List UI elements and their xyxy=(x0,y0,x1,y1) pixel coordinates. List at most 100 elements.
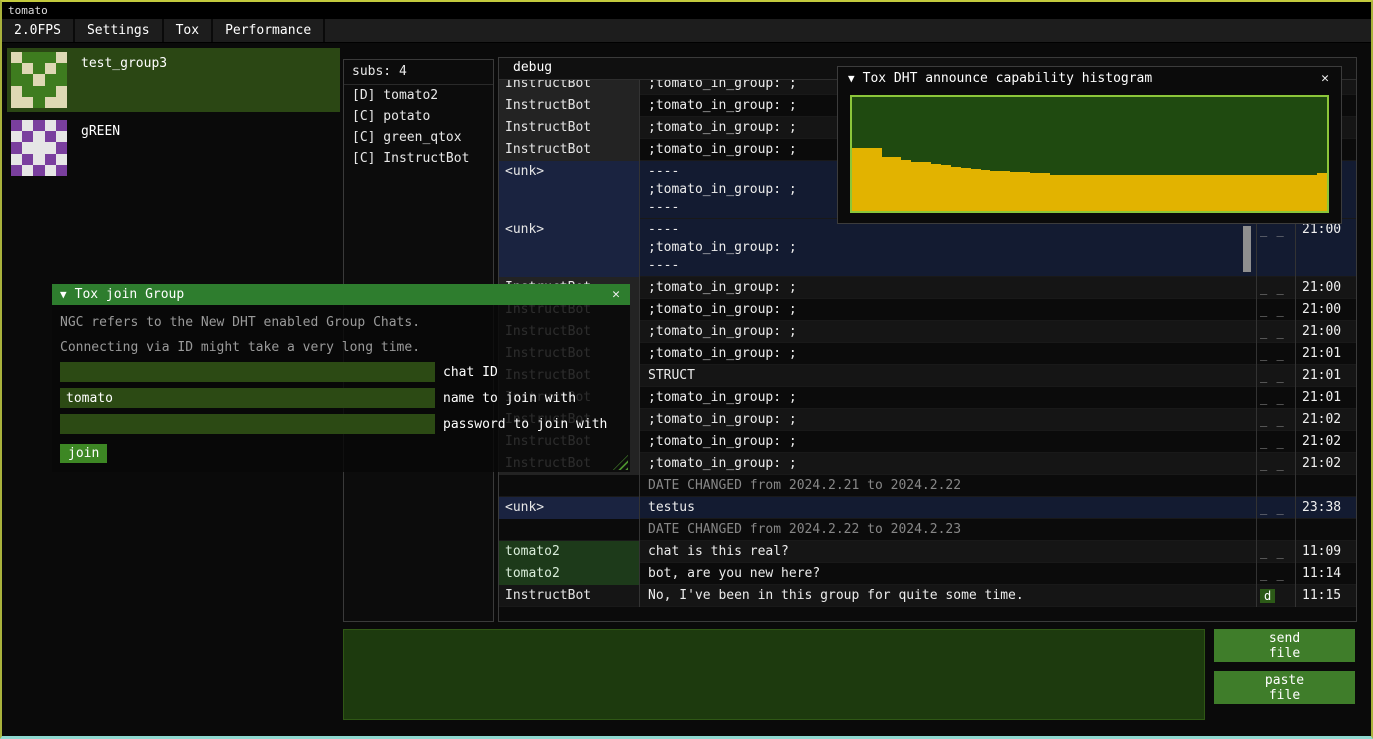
app-window: tomato 2.0FPSSettingsToxPerformance test… xyxy=(0,0,1373,739)
paste-file-label-line1: paste xyxy=(1214,673,1355,688)
message-time: 21:02 xyxy=(1295,453,1356,475)
group-item-test-group3[interactable]: test_group3 xyxy=(7,48,340,112)
message-text: ;tomato_in_group: ; xyxy=(639,453,1256,475)
message-text: STRUCT xyxy=(639,365,1256,387)
menu-item-performance[interactable]: Performance xyxy=(213,19,325,42)
chat-id-label: chat ID xyxy=(443,365,498,380)
name-to-join-with-label: name to join with xyxy=(443,391,576,406)
name-to-join-with-field[interactable] xyxy=(60,388,435,408)
subs-item-c-instructbot[interactable]: [C] InstructBot xyxy=(344,148,493,169)
message-marks: _ _ xyxy=(1256,387,1295,409)
resize-grip-icon[interactable] xyxy=(613,455,628,470)
message-text: DATE CHANGED from 2024.2.22 to 2024.2.23 xyxy=(639,519,1256,541)
histogram-bar xyxy=(931,164,941,211)
chat-message-row[interactable]: tomato2chat is this real?_ _11:09 xyxy=(499,541,1356,563)
message-marks: _ _ xyxy=(1256,299,1295,321)
histogram-bar xyxy=(1010,172,1020,211)
message-marks: _ _ xyxy=(1256,365,1295,387)
histogram-bar xyxy=(1000,171,1010,211)
password-to-join-with-label: password to join with xyxy=(443,417,607,432)
subs-item-d-tomato2[interactable]: [D] tomato2 xyxy=(344,85,493,106)
histogram-bar xyxy=(981,170,991,211)
collapse-arrow-icon[interactable]: ▼ xyxy=(848,72,855,85)
histogram-bar xyxy=(1218,175,1228,211)
histogram-bar xyxy=(990,171,1000,211)
message-time: 21:01 xyxy=(1295,365,1356,387)
histogram-bar xyxy=(1149,175,1159,211)
chat-scrollbar-thumb[interactable] xyxy=(1243,226,1251,272)
histogram-bar xyxy=(1050,175,1060,211)
menu-item-tox[interactable]: Tox xyxy=(164,19,213,42)
histogram-bar xyxy=(921,162,931,211)
message-marks xyxy=(1256,519,1295,541)
message-input[interactable] xyxy=(343,629,1205,720)
histogram-bar xyxy=(852,148,862,211)
histogram-bar xyxy=(1079,175,1089,211)
histogram-bar xyxy=(872,148,882,211)
message-marks: _ _ xyxy=(1256,219,1295,277)
message-text: ;tomato_in_group: ; xyxy=(639,277,1256,299)
message-author: <unk> xyxy=(499,219,639,277)
message-marks: _ _ xyxy=(1256,409,1295,431)
chat-message-row[interactable]: <unk>testus_ _23:38 xyxy=(499,497,1356,519)
histogram-bar xyxy=(1129,175,1139,211)
send-file-button[interactable]: sendfile xyxy=(1214,629,1355,662)
message-author xyxy=(499,519,639,541)
close-icon[interactable]: ✕ xyxy=(1319,71,1331,86)
message-marks: _ _ xyxy=(1256,453,1295,475)
chat-message-row[interactable]: DATE CHANGED from 2024.2.22 to 2024.2.23 xyxy=(499,519,1356,541)
join-fields: chat ID name to join with password to join… xyxy=(52,362,630,434)
histogram-bar xyxy=(1099,175,1109,211)
message-time xyxy=(1295,519,1356,541)
histogram-bar xyxy=(1267,175,1277,211)
message-author: InstructBot xyxy=(499,585,639,607)
subs-header: subs: 4 xyxy=(344,60,493,85)
histogram-bar xyxy=(1317,173,1327,211)
histogram-bar xyxy=(1228,175,1238,211)
group-sidebar: test_group3gREEN xyxy=(7,48,340,184)
message-text: testus xyxy=(639,497,1256,519)
histogram-bar xyxy=(1287,175,1297,211)
chat-id-field[interactable] xyxy=(60,362,435,382)
subs-item-c-green-qtox[interactable]: [C] green_qtox xyxy=(344,127,493,148)
menu-item-settings[interactable]: Settings xyxy=(75,19,164,42)
paste-file-button[interactable]: pastefile xyxy=(1214,671,1355,704)
password-to-join-with-field[interactable] xyxy=(60,414,435,434)
message-author: InstructBot xyxy=(499,139,639,161)
histogram-bar xyxy=(971,169,981,211)
message-marks: _ _ xyxy=(1256,321,1295,343)
subs-item-c-potato[interactable]: [C] potato xyxy=(344,106,493,127)
chat-message-row[interactable]: tomato2bot, are you new here?_ _11:14 xyxy=(499,563,1356,585)
message-author: InstructBot xyxy=(499,80,639,95)
message-time: 21:01 xyxy=(1295,387,1356,409)
collapse-arrow-icon[interactable]: ▼ xyxy=(60,288,67,301)
histogram-bar xyxy=(1307,175,1317,211)
histogram-bar xyxy=(1089,175,1099,211)
join-button[interactable]: join xyxy=(60,444,107,463)
chat-message-row[interactable]: DATE CHANGED from 2024.2.21 to 2024.2.22 xyxy=(499,475,1356,497)
histogram-bar xyxy=(1060,175,1070,211)
menu-item-2-0fps[interactable]: 2.0FPS xyxy=(2,19,75,42)
histogram-bar xyxy=(1070,175,1080,211)
message-time: 21:00 xyxy=(1295,219,1356,277)
group-item-green[interactable]: gREEN xyxy=(7,116,340,180)
ngc-info-line1: NGC refers to the New DHT enabled Group … xyxy=(60,315,622,331)
histogram-bar xyxy=(1119,175,1129,211)
message-time: 11:09 xyxy=(1295,541,1356,563)
dht-histogram-titlebar[interactable]: ▼ Tox DHT announce capability histogram … xyxy=(838,67,1341,89)
join-group-titlebar[interactable]: ▼ Tox join Group ✕ xyxy=(52,284,630,305)
message-time: 11:14 xyxy=(1295,563,1356,585)
ngc-info-line2: Connecting via ID might take a very long… xyxy=(60,340,622,356)
chat-message-row[interactable]: <unk>---- ;tomato_in_group: ; ----_ _21:… xyxy=(499,219,1356,277)
join-group-title: Tox join Group xyxy=(75,287,611,302)
chat-message-row[interactable]: InstructBotNo, I've been in this group f… xyxy=(499,585,1356,607)
histogram-bar xyxy=(1198,175,1208,211)
histogram-bar xyxy=(862,148,872,211)
histogram-bar xyxy=(1169,175,1179,211)
subs-list: [D] tomato2[C] potato[C] green_qtox[C] I… xyxy=(344,85,493,169)
close-icon[interactable]: ✕ xyxy=(610,287,622,302)
histogram-bar xyxy=(1248,175,1258,211)
join-group-window: ▼ Tox join Group ✕ NGC refers to the New… xyxy=(52,284,630,472)
message-text: DATE CHANGED from 2024.2.21 to 2024.2.22 xyxy=(639,475,1256,497)
message-author: tomato2 xyxy=(499,541,639,563)
